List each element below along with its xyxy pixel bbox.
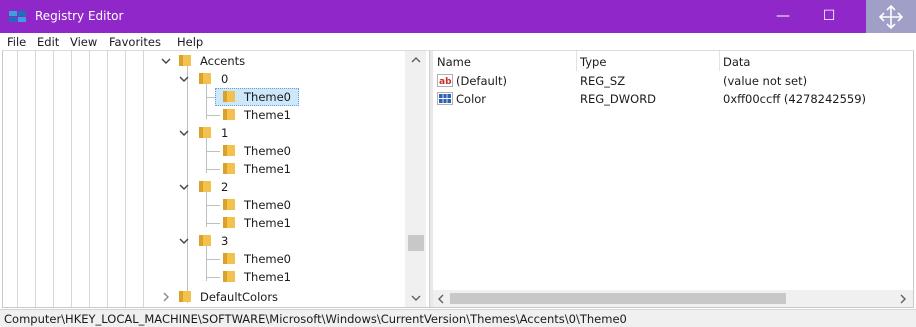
folder-icon — [199, 235, 211, 246]
column-divider[interactable] — [719, 51, 720, 71]
folder-icon — [223, 253, 235, 264]
tree-item-label: Theme1 — [244, 270, 291, 284]
folder-icon — [223, 271, 235, 282]
value-name: (Default) — [456, 74, 507, 88]
binary-value-icon — [437, 92, 453, 105]
key-tree[interactable]: Accents 0 Theme0 Theme1 1 Theme0 Theme1 … — [3, 51, 429, 307]
scroll-left-icon[interactable] — [437, 294, 445, 304]
tree-item-theme1[interactable]: Theme1 — [3, 160, 407, 178]
scroll-thumb[interactable] — [450, 293, 786, 304]
tree-item-theme1[interactable]: Theme1 — [3, 214, 407, 232]
folder-icon — [179, 291, 191, 302]
tree-item-label: DefaultColors — [200, 290, 279, 304]
tree-item-label: Theme1 — [244, 216, 291, 230]
tree-item-2[interactable]: 2 — [3, 178, 407, 196]
tree-item-label: Theme0 — [244, 252, 291, 266]
value-name: Color — [456, 92, 487, 106]
list-horizontal-scrollbar[interactable] — [433, 290, 913, 307]
tree-item-label: 3 — [221, 234, 229, 248]
chevron-down-icon[interactable] — [179, 182, 189, 192]
menu-bar: File Edit View Favorites Help — [0, 33, 916, 50]
minimize-icon: — — [776, 8, 790, 24]
chevron-down-icon[interactable] — [179, 236, 189, 246]
tree-item-accents[interactable]: Accents — [3, 52, 407, 70]
folder-icon — [223, 109, 235, 120]
tree-item-label: 2 — [221, 180, 229, 194]
tree-item-1[interactable]: 1 — [3, 124, 407, 142]
chevron-down-icon[interactable] — [179, 74, 189, 84]
tree-item-label: Theme0 — [244, 144, 291, 158]
folder-icon — [199, 181, 211, 192]
tree-item-label: Theme1 — [244, 108, 291, 122]
tree-item-theme1[interactable]: Theme1 — [3, 106, 407, 124]
chevron-right-icon[interactable] — [161, 292, 171, 302]
folder-icon — [223, 217, 235, 228]
chevron-down-icon[interactable] — [179, 128, 189, 138]
value-data: (value not set) — [723, 74, 808, 88]
scroll-up-icon[interactable] — [411, 56, 421, 64]
menu-help[interactable]: Help — [177, 35, 203, 49]
folder-icon — [199, 73, 211, 84]
tree-item-defaultcolors[interactable]: DefaultColors — [3, 288, 407, 306]
menu-view[interactable]: View — [70, 35, 97, 49]
svg-text:ab: ab — [439, 77, 452, 87]
column-header-name[interactable]: Name — [437, 55, 471, 69]
tree-item-label: 1 — [221, 126, 229, 140]
string-value-icon: ab — [437, 74, 453, 87]
folder-icon — [179, 55, 191, 66]
tree-item-label: 0 — [221, 72, 229, 86]
tree-item-label: Theme0 — [244, 90, 291, 104]
tree-vertical-scrollbar[interactable] — [405, 51, 426, 307]
title-bar[interactable]: Registry Editor — ☐ — [0, 0, 916, 33]
tree-item-theme0[interactable]: Theme0 — [3, 250, 407, 268]
tree-item-theme0[interactable]: Theme0 — [3, 196, 407, 214]
value-data: 0xff00ccff (4278242559) — [723, 92, 867, 106]
scroll-down-icon[interactable] — [411, 294, 421, 302]
tree-item-theme1[interactable]: Theme1 — [3, 268, 407, 286]
folder-icon — [223, 199, 235, 210]
window-title: Registry Editor — [35, 9, 124, 23]
column-header-data[interactable]: Data — [723, 55, 750, 69]
value-type: REG_DWORD — [580, 92, 657, 106]
value-type: REG_SZ — [580, 74, 626, 88]
column-header-type[interactable]: Type — [580, 55, 606, 69]
menu-file[interactable]: File — [7, 35, 26, 49]
registry-editor-icon — [9, 11, 26, 22]
scroll-thumb[interactable] — [408, 235, 424, 251]
folder-icon — [223, 145, 235, 156]
tree-item-label: Accents — [200, 54, 246, 68]
value-row[interactable]: Color REG_DWORD 0xff00ccff (4278242559) — [433, 90, 913, 108]
minimize-button[interactable]: — — [760, 0, 806, 33]
folder-icon — [223, 163, 235, 174]
column-divider[interactable] — [576, 51, 577, 71]
move-arrows-icon — [878, 4, 904, 30]
tree-item-theme0[interactable]: Theme0 — [3, 142, 407, 160]
status-bar: Computer\HKEY_LOCAL_MACHINE\SOFTWARE\Mic… — [0, 309, 916, 327]
tree-item-0[interactable]: 0 — [3, 70, 407, 88]
menu-favorites[interactable]: Favorites — [109, 35, 161, 49]
values-list[interactable]: Name Type Data ab (Default) REG_SZ (valu… — [433, 51, 913, 307]
key-path: Computer\HKEY_LOCAL_MACHINE\SOFTWARE\Mic… — [4, 312, 627, 326]
scroll-right-icon[interactable] — [899, 294, 907, 304]
value-row[interactable]: ab (Default) REG_SZ (value not set) — [433, 72, 913, 90]
maximize-button[interactable]: ☐ — [806, 0, 852, 33]
chevron-down-icon[interactable] — [161, 56, 171, 66]
tree-item-3[interactable]: 3 — [3, 232, 407, 250]
tree-item-label: Theme1 — [244, 162, 291, 176]
move-button[interactable] — [866, 0, 916, 33]
folder-icon — [223, 91, 235, 102]
tree-item-label: Theme0 — [244, 198, 291, 212]
tree-item-theme0-selected[interactable]: Theme0 — [3, 88, 407, 106]
folder-icon — [199, 127, 211, 138]
maximize-icon: ☐ — [822, 8, 836, 24]
menu-edit[interactable]: Edit — [37, 35, 59, 49]
